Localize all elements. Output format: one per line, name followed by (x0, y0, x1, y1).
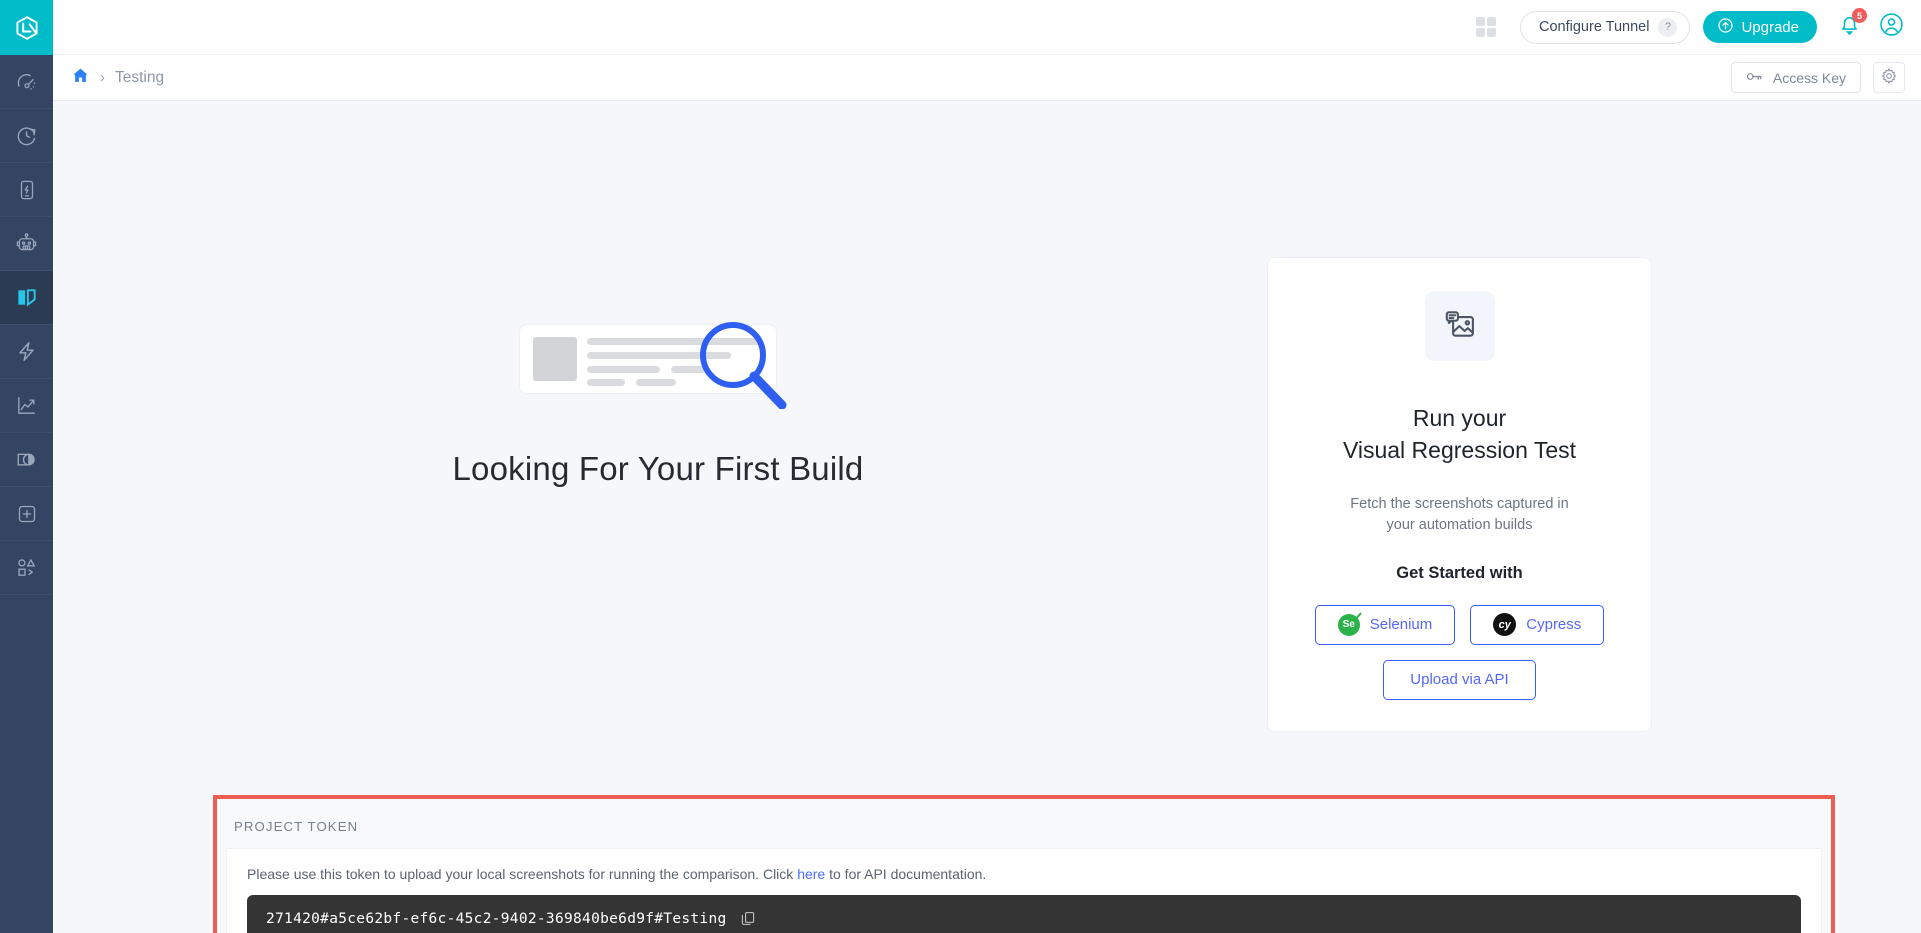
project-token-value: 271420#a5ce62bf-ef6c-45c2-9402-369840be6… (266, 910, 727, 927)
empty-state-hero: Looking For Your First Build (53, 101, 1263, 711)
user-avatar-icon (1878, 11, 1905, 43)
upload-via-api-button[interactable]: Upload via API (1383, 659, 1536, 700)
bell-icon (1837, 17, 1862, 41)
breadcrumb: › Testing (71, 66, 164, 90)
sidebar-item-hyperexecute[interactable] (0, 325, 53, 379)
page-title: Looking For Your First Build (452, 450, 864, 487)
selenium-logo: Se (1337, 613, 1360, 636)
project-token-body: Please use this token to upload your loc… (226, 848, 1822, 933)
selenium-button[interactable]: Se Selenium (1314, 604, 1456, 645)
sidebar-item-app-testing[interactable] (0, 163, 53, 217)
upload-via-api-label: Upload via API (1410, 671, 1509, 689)
cypress-label: Cypress (1526, 616, 1582, 634)
notifications-button[interactable]: 5 (1837, 8, 1867, 42)
grid-apps-icon[interactable] (1476, 17, 1497, 37)
sidebar-item-dashboard[interactable] (0, 55, 53, 109)
breadcrumb-current: Testing (115, 68, 165, 86)
cypress-logo: cy (1493, 613, 1517, 637)
user-avatar-button[interactable] (1878, 11, 1905, 43)
promo-title-line2: Visual Regression Test (1342, 436, 1577, 463)
main-column: Configure Tunnel ? Upgrade 5 › Testing A… (53, 0, 1921, 933)
split-compare-icon (15, 286, 38, 309)
main-content: Looking For Your First Build Run your Vi… (53, 101, 1921, 933)
robot-icon (15, 232, 38, 255)
plus-square-icon (16, 503, 38, 525)
help-icon[interactable]: ? (1658, 17, 1678, 37)
breadcrumb-separator: › (100, 69, 105, 86)
sidebar-item-integrations[interactable] (0, 487, 53, 541)
description-post: to for API documentation. (825, 866, 987, 882)
sidebar-item-realtime[interactable] (0, 109, 53, 163)
upgrade-label: Upgrade (1741, 18, 1799, 36)
sidebar-item-automation[interactable] (0, 217, 53, 271)
settings-button[interactable] (1873, 62, 1905, 93)
sidebar-filler (0, 595, 53, 933)
get-started-label: Get Started with (1396, 563, 1523, 582)
upload-row: Upload via API (1383, 659, 1536, 700)
promo-title-line1: Run your (1412, 405, 1507, 431)
left-sidebar (0, 0, 53, 933)
project-token-description: Please use this token to upload your loc… (247, 866, 1801, 882)
clock-arrow-icon (15, 124, 38, 147)
promo-title: Run your Visual Regression Test (1343, 403, 1576, 466)
copy-icon[interactable] (740, 910, 756, 927)
illustration-thumbnail (533, 337, 577, 381)
access-key-label: Access Key (1772, 69, 1846, 86)
illustration-line (587, 366, 660, 373)
access-key-button[interactable]: Access Key (1730, 62, 1861, 93)
description-pre: Please use this token to upload your loc… (247, 866, 798, 882)
illustration-line (587, 379, 625, 386)
upgrade-button[interactable]: Upgrade (1703, 11, 1817, 43)
app-root: Configure Tunnel ? Upgrade 5 › Testing A… (0, 0, 1921, 933)
configure-tunnel-button[interactable]: Configure Tunnel ? (1520, 10, 1691, 44)
speedometer-icon (16, 71, 38, 93)
sidebar-item-more-tools[interactable] (0, 541, 53, 595)
configure-tunnel-label: Configure Tunnel (1539, 19, 1650, 35)
illustration-line (636, 379, 676, 386)
promo-subtitle: Fetch the screenshots captured in your a… (1350, 494, 1568, 535)
sidebar-item-smart-ui[interactable] (0, 433, 53, 487)
lightning-icon (15, 340, 38, 363)
image-placeholder-icon (1442, 306, 1478, 347)
project-token-value-box: 271420#a5ce62bf-ef6c-45c2-9402-369840be6… (247, 895, 1801, 933)
image-placeholder-icon-box (1424, 291, 1495, 361)
promo-subtitle-line2: your automation builds (1386, 517, 1533, 534)
sidebar-item-analytics[interactable] (0, 379, 53, 433)
api-docs-link[interactable]: here (797, 866, 825, 882)
lambdatest-logo[interactable] (0, 0, 53, 55)
home-icon[interactable] (71, 66, 90, 90)
selenium-label: Selenium (1369, 616, 1433, 634)
sidebar-item-visual-regression[interactable] (0, 271, 53, 325)
framework-button-row: Se Selenium cy Cypress (1314, 604, 1605, 645)
upgrade-arrow-icon (1717, 17, 1734, 38)
gear-icon (1880, 67, 1898, 88)
project-token-heading: PROJECT TOKEN (234, 819, 359, 834)
trending-up-icon (15, 394, 38, 417)
half-circle-icon (15, 448, 38, 471)
shapes-code-icon (15, 556, 38, 579)
empty-build-search-illustration (519, 322, 797, 410)
magnifier-icon (687, 317, 793, 414)
project-token-section: PROJECT TOKEN Please use this token to u… (213, 795, 1835, 933)
breadcrumb-bar: › Testing Access Key (53, 55, 1921, 101)
mobile-bolt-icon (16, 179, 38, 201)
notification-count-badge: 5 (1852, 8, 1867, 23)
visual-regression-promo-card: Run your Visual Regression Test Fetch th… (1267, 257, 1652, 732)
promo-subtitle-line1: Fetch the screenshots captured in (1350, 496, 1569, 513)
top-header: Configure Tunnel ? Upgrade 5 (53, 0, 1921, 55)
key-icon (1746, 69, 1763, 87)
cypress-button[interactable]: cy Cypress (1470, 604, 1605, 645)
